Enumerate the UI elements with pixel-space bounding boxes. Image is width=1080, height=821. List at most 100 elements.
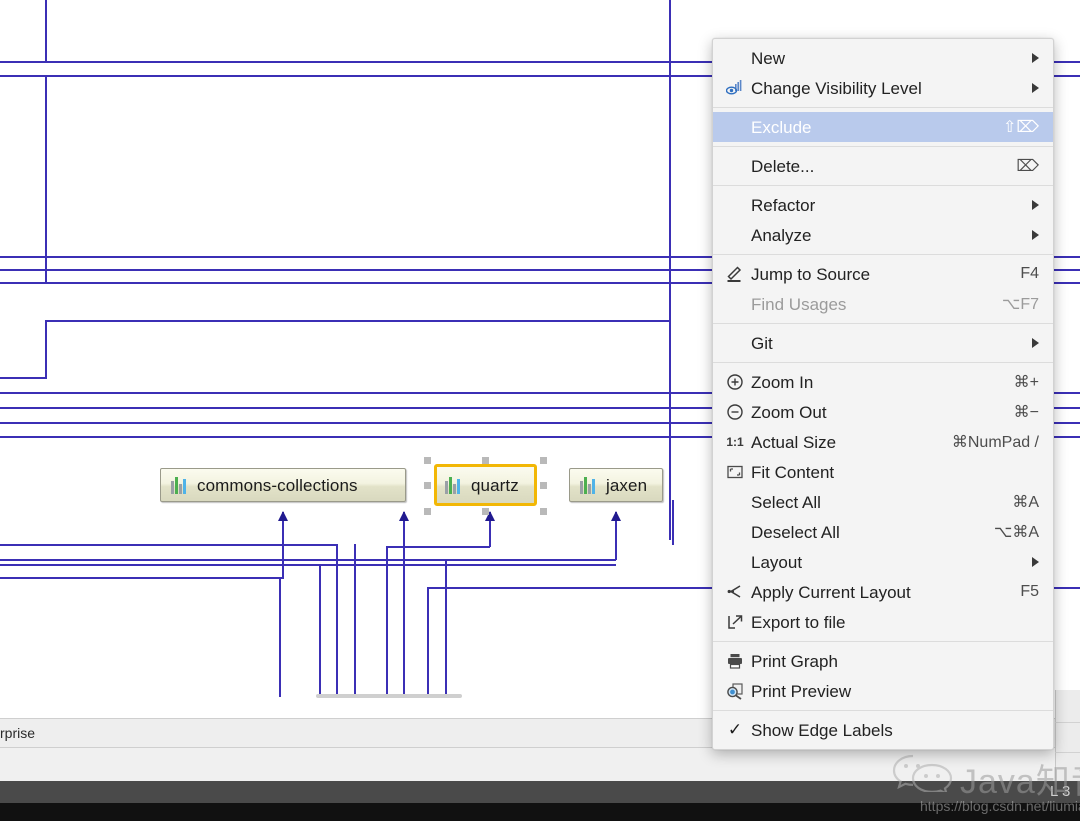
menu-item-shortcut: ⌘− [1014,402,1039,422]
selection-handle[interactable] [540,457,547,464]
menu-item-shortcut: ⇧⌦ [1003,117,1039,137]
menu-item-print-graph[interactable]: Print Graph [713,646,1053,676]
selection-handle[interactable] [540,508,547,515]
menu-group: Git [713,324,1053,362]
module-bars-icon [445,477,463,494]
menu-item-label: Export to file [751,614,1039,631]
menu-item-jump-to-source[interactable]: Jump to Source F4 [713,259,1053,289]
zoom-in-icon [723,372,747,392]
tray-divider [1055,752,1080,753]
menu-item-shortcut: ⌘A [1012,492,1039,512]
menu-item-shortcut: ⌘NumPad / [952,432,1039,452]
status-bar-text: rprise [0,725,35,741]
menu-item-git[interactable]: Git [713,328,1053,358]
selection-handle[interactable] [424,457,431,464]
dock-bar-shadow [0,803,1080,821]
menu-item-label: New [751,50,1016,67]
module-bars-icon [580,477,598,494]
menu-item-label: Zoom Out [751,404,996,421]
print-preview-icon [723,681,747,701]
menu-item-icon-placeholder [723,294,747,314]
edge-terminator-rail [316,694,462,698]
menu-item-deselect-all[interactable]: Deselect All ⌥⌘A [713,517,1053,547]
menu-item-shortcut: ⌥F7 [1002,294,1039,314]
actual-size-icon: 1:1 [723,432,747,452]
menu-item-shortcut: ⌦ [1016,156,1039,176]
menu-item-fit-content[interactable]: Fit Content [713,457,1053,487]
graph-node-label: jaxen [606,477,647,494]
menu-item-label: Zoom In [751,374,996,391]
menu-item-label: Git [751,335,1016,352]
printer-icon [723,651,747,671]
selection-handle[interactable] [424,508,431,515]
context-menu[interactable]: New Change Visibility Level Exclude⇧⌦ Delet… [712,38,1054,750]
menu-group: ✓Show Edge Labels [713,711,1053,749]
menu-group: Delete... ⌦ [713,147,1053,185]
app-window: commons-collections quartz [0,0,1080,821]
layout-icon [723,582,747,602]
selection-handle[interactable] [540,482,547,489]
submenu-arrow-icon [1032,83,1039,93]
submenu-arrow-icon [1032,338,1039,348]
menu-item-shortcut: F4 [1020,265,1039,283]
menu-item-refactor[interactable]: Refactor [713,190,1053,220]
graph-node-jaxen[interactable]: jaxen [569,468,663,502]
selection-handle[interactable] [424,482,431,489]
selection-handle[interactable] [482,457,489,464]
graph-node-quartz[interactable]: quartz [434,464,537,506]
menu-group: Print Graph Print Preview [713,642,1053,710]
menu-item-zoom-in[interactable]: Zoom In⌘+ [713,367,1053,397]
menu-item-icon-placeholder [723,156,747,176]
menu-item-layout[interactable]: Layout [713,547,1053,577]
menu-item-icon-placeholder [723,522,747,542]
menu-item-new[interactable]: New [713,43,1053,73]
menu-item-label: Print Preview [751,683,1039,700]
tray-label: L 3 [1050,783,1070,800]
eye-icon [723,78,747,98]
menu-item-zoom-out[interactable]: Zoom Out ⌘− [713,397,1053,427]
menu-item-print-preview[interactable]: Print Preview [713,676,1053,706]
menu-item-delete[interactable]: Delete... ⌦ [713,151,1053,181]
menu-item-label: Select All [751,494,994,511]
menu-item-icon-placeholder [723,225,747,245]
menu-item-label: Find Usages [751,296,984,313]
zoom-out-icon [723,402,747,422]
tray-panel[interactable] [1055,690,1080,781]
menu-item-icon-placeholder [723,333,747,353]
checkmark-icon: ✓ [723,720,747,740]
graph-node-commons-collections[interactable]: commons-collections [160,468,406,502]
menu-item-actual-size[interactable]: 1:1Actual Size ⌘NumPad / [713,427,1053,457]
menu-group: Jump to Source F4 Find Usages ⌥F7 [713,255,1053,323]
menu-group: Exclude⇧⌦ [713,108,1053,146]
menu-item-apply-current-layout[interactable]: Apply Current LayoutF5 [713,577,1053,607]
menu-item-label: Analyze [751,227,1016,244]
dock-bar [0,781,1080,803]
pencil-icon [723,264,747,284]
menu-item-label: Fit Content [751,464,1039,481]
menu-item-label: Change Visibility Level [751,80,1016,97]
menu-item-export-to-file[interactable]: Export to file [713,607,1053,637]
graph-node-label: quartz [471,477,519,494]
menu-item-change-visibility-level[interactable]: Change Visibility Level [713,73,1053,103]
menu-item-label: Jump to Source [751,266,1002,283]
status-bar-lower [0,747,1080,781]
menu-group: Refactor Analyze [713,186,1053,254]
menu-item-analyze[interactable]: Analyze [713,220,1053,250]
menu-item-label: Delete... [751,158,998,175]
menu-item-label: Refactor [751,197,1016,214]
menu-item-label: Actual Size [751,434,934,451]
export-icon [723,612,747,632]
submenu-arrow-icon [1032,53,1039,63]
menu-item-exclude[interactable]: Exclude⇧⌦ [713,112,1053,142]
selection-handle[interactable] [482,508,489,515]
menu-item-find-usages: Find Usages ⌥F7 [713,289,1053,319]
menu-item-label: Deselect All [751,524,976,541]
submenu-arrow-icon [1032,230,1039,240]
menu-group: Zoom In⌘+ Zoom Out ⌘− 1:1Actual Size ⌘NumPad… [713,363,1053,641]
menu-item-label: Show Edge Labels [751,722,1039,739]
menu-item-shortcut: ⌥⌘A [994,522,1039,542]
menu-item-label: Apply Current Layout [751,584,1002,601]
menu-item-show-edge-labels[interactable]: ✓Show Edge Labels [713,715,1053,745]
menu-item-select-all[interactable]: Select All ⌘A [713,487,1053,517]
menu-item-label: Layout [751,554,1016,571]
